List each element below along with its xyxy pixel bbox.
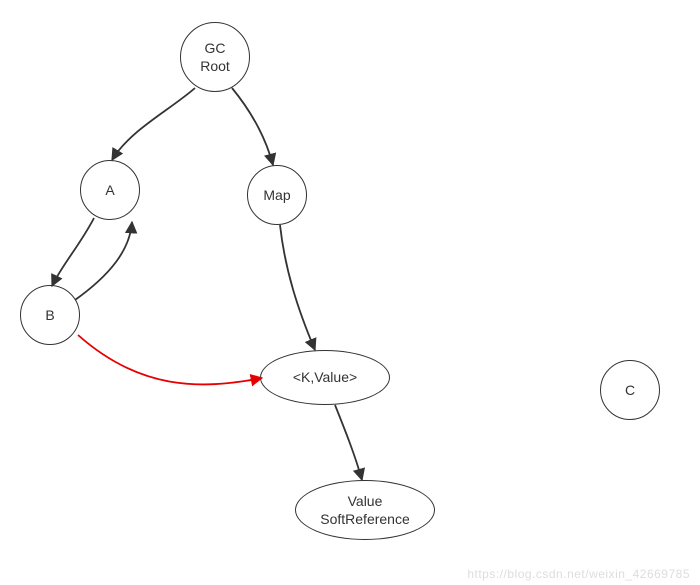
edge-kvalue-softref <box>335 405 362 480</box>
node-gc-root-label: GC Root <box>200 39 230 75</box>
edge-gcroot-map <box>232 88 273 165</box>
edge-a-b <box>52 218 94 286</box>
node-kvalue-label: <K,Value> <box>293 368 357 386</box>
node-b: B <box>20 285 80 345</box>
edge-gcroot-a <box>112 88 195 160</box>
node-map: Map <box>247 165 307 225</box>
node-gc-root: GC Root <box>180 22 250 92</box>
node-a: A <box>80 160 140 220</box>
watermark: https://blog.csdn.net/weixin_42669785 <box>467 567 690 581</box>
node-kvalue: <K,Value> <box>260 350 390 405</box>
node-value-softref-label: Value SoftReference <box>320 492 410 528</box>
node-map-label: Map <box>263 186 290 204</box>
edge-map-kvalue <box>280 225 315 350</box>
edge-b-kvalue <box>78 335 262 384</box>
node-value-softref: Value SoftReference <box>295 480 435 540</box>
node-b-label: B <box>45 306 54 324</box>
watermark-text: https://blog.csdn.net/weixin_42669785 <box>467 567 690 581</box>
node-a-label: A <box>105 181 114 199</box>
edge-b-a <box>75 222 132 300</box>
node-c: C <box>600 360 660 420</box>
node-c-label: C <box>625 381 635 399</box>
